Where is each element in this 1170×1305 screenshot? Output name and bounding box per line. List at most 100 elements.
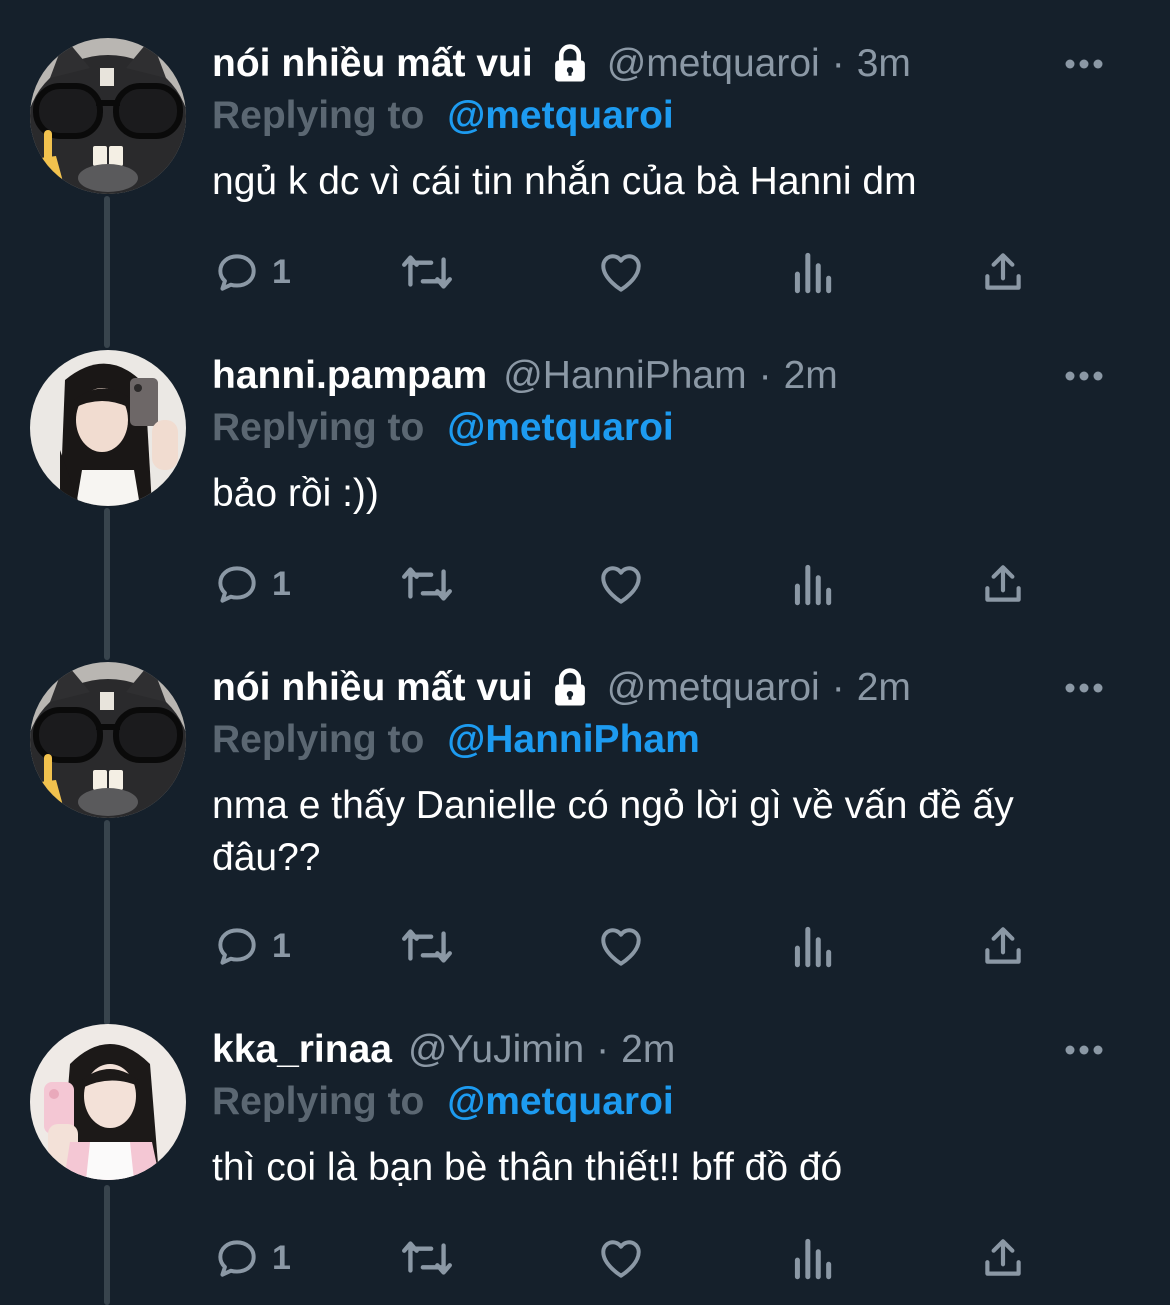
share-button[interactable] [978, 244, 1028, 300]
like-button[interactable] [596, 1230, 646, 1286]
like-icon [601, 254, 641, 292]
reply-icon [218, 1240, 256, 1277]
reply-icon [218, 566, 256, 603]
tweet-body: hanni.pampam @HanniPham · 2m Replying to… [212, 350, 1130, 520]
display-name[interactable]: hanni.pampam [212, 350, 487, 402]
tweet-text: ngủ k dc vì cái tin nhắn của bà Hanni dm [212, 160, 917, 203]
timestamp[interactable]: 2m [857, 662, 911, 714]
tweet-header: hanni.pampam @HanniPham · 2m [212, 350, 1130, 402]
retweet-button[interactable] [398, 918, 456, 974]
reply-icon [218, 928, 256, 965]
retweet-icon [402, 1241, 452, 1275]
share-icon [985, 1239, 1021, 1276]
replying-to-label: Replying to [212, 406, 425, 449]
timestamp[interactable]: 2m [621, 1024, 675, 1076]
reply-mention-link[interactable]: @metquaroi [447, 1080, 674, 1123]
share-icon [985, 565, 1021, 602]
thread-line [104, 820, 110, 1025]
views-icon [794, 252, 832, 294]
views-button[interactable] [790, 244, 834, 300]
reply-button[interactable]: 1 [212, 1230, 291, 1286]
retweet-button[interactable] [398, 556, 456, 612]
more-icon[interactable] [1062, 50, 1106, 78]
replying-to-label: Replying to [212, 1080, 425, 1123]
replying-to: Replying to @metquaroi [212, 402, 1130, 454]
lock-icon [554, 44, 585, 82]
share-icon [985, 253, 1021, 290]
views-icon [794, 564, 832, 606]
lock-icon [554, 668, 585, 706]
views-button[interactable] [790, 1230, 834, 1286]
views-icon [794, 1238, 832, 1280]
reply-icon [218, 254, 256, 291]
retweet-button[interactable] [398, 1230, 456, 1286]
tweet-actions: 1 [212, 1230, 1052, 1286]
reply-mention-link[interactable]: @metquaroi [447, 94, 674, 137]
like-icon [601, 928, 641, 966]
reply-count: 1 [272, 252, 291, 291]
tweet-text: nma e thấy Danielle có ngỏ lời gì về vấn… [212, 784, 1014, 879]
like-button[interactable] [596, 918, 646, 974]
separator-dot: · [758, 354, 772, 397]
display-name[interactable]: kka_rinaa [212, 1024, 392, 1076]
like-button[interactable] [596, 244, 646, 300]
views-button[interactable] [790, 556, 834, 612]
reply-button[interactable]: 1 [212, 244, 291, 300]
replying-to: Replying to @HanniPham [212, 714, 1130, 766]
reply-count: 1 [272, 1238, 291, 1277]
tweet-header: kka_rinaa @YuJimin · 2m [212, 1024, 1130, 1076]
like-icon [601, 1240, 641, 1278]
retweet-icon [402, 255, 452, 289]
tweet-body: nói nhiều mất vui @metquaroi · 3m Replyi… [212, 38, 1130, 208]
replying-to-label: Replying to [212, 94, 425, 137]
separator-dot: · [831, 42, 845, 85]
more-icon[interactable] [1062, 674, 1106, 702]
user-handle[interactable]: @metquaroi [607, 38, 820, 90]
replying-to: Replying to @metquaroi [212, 1076, 1130, 1128]
thread-line [104, 196, 110, 348]
timestamp[interactable]: 3m [857, 38, 911, 90]
reply-mention-link[interactable]: @HanniPham [447, 718, 700, 761]
more-icon[interactable] [1062, 1036, 1106, 1064]
reply-button[interactable]: 1 [212, 918, 291, 974]
like-icon [601, 566, 641, 604]
share-icon [985, 927, 1021, 964]
tweet-actions: 1 [212, 556, 1052, 612]
replying-to-label: Replying to [212, 718, 425, 761]
tweet-body: kka_rinaa @YuJimin · 2m Replying to @met… [212, 1024, 1130, 1194]
tweet-header: nói nhiều mất vui @metquaroi · 3m [212, 38, 1130, 90]
tweet-body: nói nhiều mất vui @metquaroi · 2m Replyi… [212, 662, 1130, 884]
reply-button[interactable]: 1 [212, 556, 291, 612]
user-handle[interactable]: @YuJimin [408, 1024, 584, 1076]
avatar[interactable] [30, 350, 186, 506]
tweet-actions: 1 [212, 918, 1052, 974]
like-button[interactable] [596, 556, 646, 612]
thread-line [104, 1185, 110, 1305]
tweet-header: nói nhiều mất vui @metquaroi · 2m [212, 662, 1130, 714]
avatar[interactable] [30, 662, 186, 818]
tweet-text: thì coi là bạn bè thân thiết!! bff đồ đó [212, 1146, 843, 1189]
share-button[interactable] [978, 556, 1028, 612]
display-name[interactable]: nói nhiều mất vui [212, 38, 533, 90]
reply-mention-link[interactable]: @metquaroi [447, 406, 674, 449]
share-button[interactable] [978, 918, 1028, 974]
user-handle[interactable]: @HanniPham [503, 350, 746, 402]
views-icon [794, 926, 832, 968]
reply-count: 1 [272, 564, 291, 603]
display-name[interactable]: nói nhiều mất vui [212, 662, 533, 714]
reply-thread: nói nhiều mất vui @metquaroi · 3m Replyi… [0, 0, 1170, 1305]
replying-to: Replying to @metquaroi [212, 90, 1130, 142]
retweet-icon [402, 929, 452, 963]
tweet-actions: 1 [212, 244, 1052, 300]
share-button[interactable] [978, 1230, 1028, 1286]
timestamp[interactable]: 2m [784, 350, 838, 402]
avatar[interactable] [30, 38, 186, 194]
tweet-text: bảo rồi :)) [212, 472, 379, 515]
retweet-button[interactable] [398, 244, 456, 300]
avatar[interactable] [30, 1024, 186, 1180]
separator-dot: · [596, 1028, 610, 1071]
views-button[interactable] [790, 918, 834, 974]
more-icon[interactable] [1062, 362, 1106, 390]
reply-count: 1 [272, 926, 291, 965]
user-handle[interactable]: @metquaroi [607, 662, 820, 714]
